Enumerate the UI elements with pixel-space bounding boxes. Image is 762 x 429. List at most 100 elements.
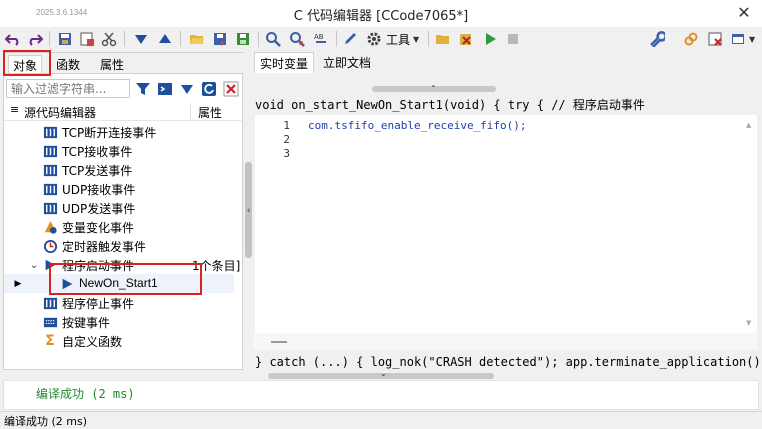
tree-item-variable-change[interactable]: 变量变化事件 (4, 217, 234, 236)
run-icon[interactable] (481, 30, 499, 48)
wrench-icon[interactable] (648, 30, 666, 48)
move-up-icon[interactable] (156, 30, 174, 48)
tree-item-label: 按键事件 (62, 316, 111, 330)
window-icon (732, 34, 744, 44)
stop-icon[interactable] (504, 30, 522, 48)
editor-horizontal-scrollbar[interactable] (253, 333, 757, 350)
refresh-icon[interactable] (200, 80, 218, 98)
line-number: 1 (283, 119, 290, 132)
highlight-box (49, 263, 202, 295)
dropdown-icon[interactable] (178, 80, 196, 98)
tree-item-label: TCP断开连接事件 (62, 126, 157, 140)
tree-item-custom-function[interactable]: Σ 自定义函数 (4, 331, 234, 350)
move-down-icon[interactable] (132, 30, 150, 48)
grid-icon (42, 200, 58, 216)
tree-header-property: 属性 (198, 106, 223, 120)
status-bar: 编译成功 (2 ms) (0, 411, 762, 428)
column-divider (190, 103, 191, 121)
scroll-up-icon[interactable]: ▲ (746, 121, 751, 129)
tree-item-label: 变量变化事件 (62, 221, 135, 235)
close-button[interactable]: ✕ (734, 3, 754, 23)
tree-item-tcp-send[interactable]: TCP发送事件 (4, 160, 234, 179)
output-panel: 编译成功 (2 ms) (3, 380, 759, 410)
save-icon[interactable] (56, 30, 74, 48)
right-tabs: 实时变量 立即文档 (254, 52, 379, 74)
window-title: C 代码编辑器 [CCode7065*] (293, 9, 469, 24)
filter-input[interactable] (6, 79, 130, 98)
tree-item-label: 程序停止事件 (62, 297, 135, 311)
search-icon[interactable] (264, 30, 282, 48)
code-editor[interactable]: 1 2 3 com.tsfifo_enable_receive_fifo(); … (255, 115, 757, 333)
tree-item-label: TCP发送事件 (62, 164, 133, 178)
format-icon[interactable]: AB (312, 30, 330, 48)
chevron-down-icon: ▼ (413, 34, 420, 44)
console-icon[interactable] (156, 80, 174, 98)
open-folder-icon[interactable] (188, 30, 206, 48)
toolbar: AB 工具 ▼ ▼ (0, 27, 762, 51)
line-number-gutter: 1 2 3 (255, 115, 300, 333)
tree-item-tcp-receive[interactable]: TCP接收事件 (4, 141, 234, 160)
tools-menu[interactable]: 工具 ▼ (386, 30, 419, 48)
filter-row (4, 78, 244, 100)
line-number: 3 (283, 147, 290, 160)
tab-live-variables[interactable]: 实时变量 (254, 52, 315, 73)
tree-header-name: 源代码编辑器 (24, 106, 97, 120)
tab-functions[interactable]: 函数 (52, 55, 84, 73)
keyboard-icon (42, 314, 58, 330)
new-folder-icon[interactable] (434, 30, 452, 48)
collapse-left-icon[interactable]: ‹ (245, 205, 252, 217)
tree-collapse-icon[interactable]: ≡ (10, 103, 19, 116)
tree-item-label: UDP发送事件 (62, 202, 136, 216)
title-bar: 2025.3.6.1344 C 代码编辑器 [CCode7065*] ✕ (0, 0, 762, 27)
code-line[interactable]: com.tsfifo_enable_receive_fifo(); (308, 119, 527, 132)
tree-item-label: 定时器触发事件 (62, 240, 147, 254)
grid-icon (42, 181, 58, 197)
tree-item-key-event[interactable]: 按键事件 (4, 312, 234, 331)
clock-icon (42, 238, 58, 254)
code-footer: } catch (...) { log_nok("CRASH detected"… (255, 355, 762, 369)
tree-item-tcp-disconnect[interactable]: TCP断开连接事件 (4, 122, 234, 141)
import-icon[interactable] (234, 30, 252, 48)
tree-header: ≡ 源代码编辑器 属性 (4, 103, 244, 121)
gear-icon[interactable] (365, 30, 383, 48)
chevron-down-icon: ▼ (749, 34, 756, 44)
tree-item-timer[interactable]: 定时器触发事件 (4, 236, 234, 255)
output-message: 编译成功 (2 ms) (36, 387, 135, 401)
highlight-box (3, 50, 51, 76)
filter-icon[interactable] (134, 80, 152, 98)
object-panel: 对象 函数 属性 ≡ 源代码编辑器 属性 TCP断开连接事件 TCP接收事件 T… (3, 50, 244, 370)
expand-arrow-icon[interactable]: ⌄ (26, 257, 42, 273)
cut-icon[interactable] (100, 30, 118, 48)
sigma-icon: Σ (45, 333, 55, 349)
redo-icon[interactable] (26, 30, 44, 48)
tab-properties[interactable]: 属性 (96, 55, 128, 73)
scroll-thumb[interactable] (271, 341, 287, 343)
window-menu[interactable]: ▼ (730, 30, 755, 48)
chevron-up-icon[interactable]: ⌃ (430, 84, 437, 93)
replace-icon[interactable] (288, 30, 306, 48)
chevron-down-icon[interactable]: ⌄ (380, 369, 387, 378)
close-doc-icon[interactable] (706, 30, 724, 48)
tree-item-udp-send[interactable]: UDP发送事件 (4, 198, 234, 217)
tree-item-label: UDP接收事件 (62, 183, 136, 197)
save-as-icon[interactable] (78, 30, 96, 48)
link-icon[interactable] (682, 30, 700, 48)
grid-icon (42, 162, 58, 178)
tree-item-program-stop[interactable]: 程序停止事件 (4, 293, 234, 312)
tree-item-udp-receive[interactable]: UDP接收事件 (4, 179, 234, 198)
current-row-marker-icon: ▶ (14, 279, 22, 289)
code-header: void on_start_NewOn_Start1(void) { try {… (255, 98, 645, 112)
clear-icon[interactable] (222, 80, 240, 98)
editor-vertical-scrollbar[interactable]: ▲ ▼ (743, 115, 757, 333)
pen-icon[interactable] (341, 30, 359, 48)
undo-icon[interactable] (4, 30, 22, 48)
scroll-down-icon[interactable]: ▼ (746, 319, 751, 327)
svg-text:AB: AB (314, 33, 324, 41)
grid-icon (42, 143, 58, 159)
line-number: 2 (283, 133, 290, 146)
export-icon[interactable] (211, 30, 229, 48)
tab-immediate-document[interactable]: 立即文档 (318, 52, 376, 73)
grid-icon (42, 295, 58, 311)
tools-menu-label: 工具 (386, 32, 411, 47)
delete-icon[interactable] (457, 30, 475, 48)
